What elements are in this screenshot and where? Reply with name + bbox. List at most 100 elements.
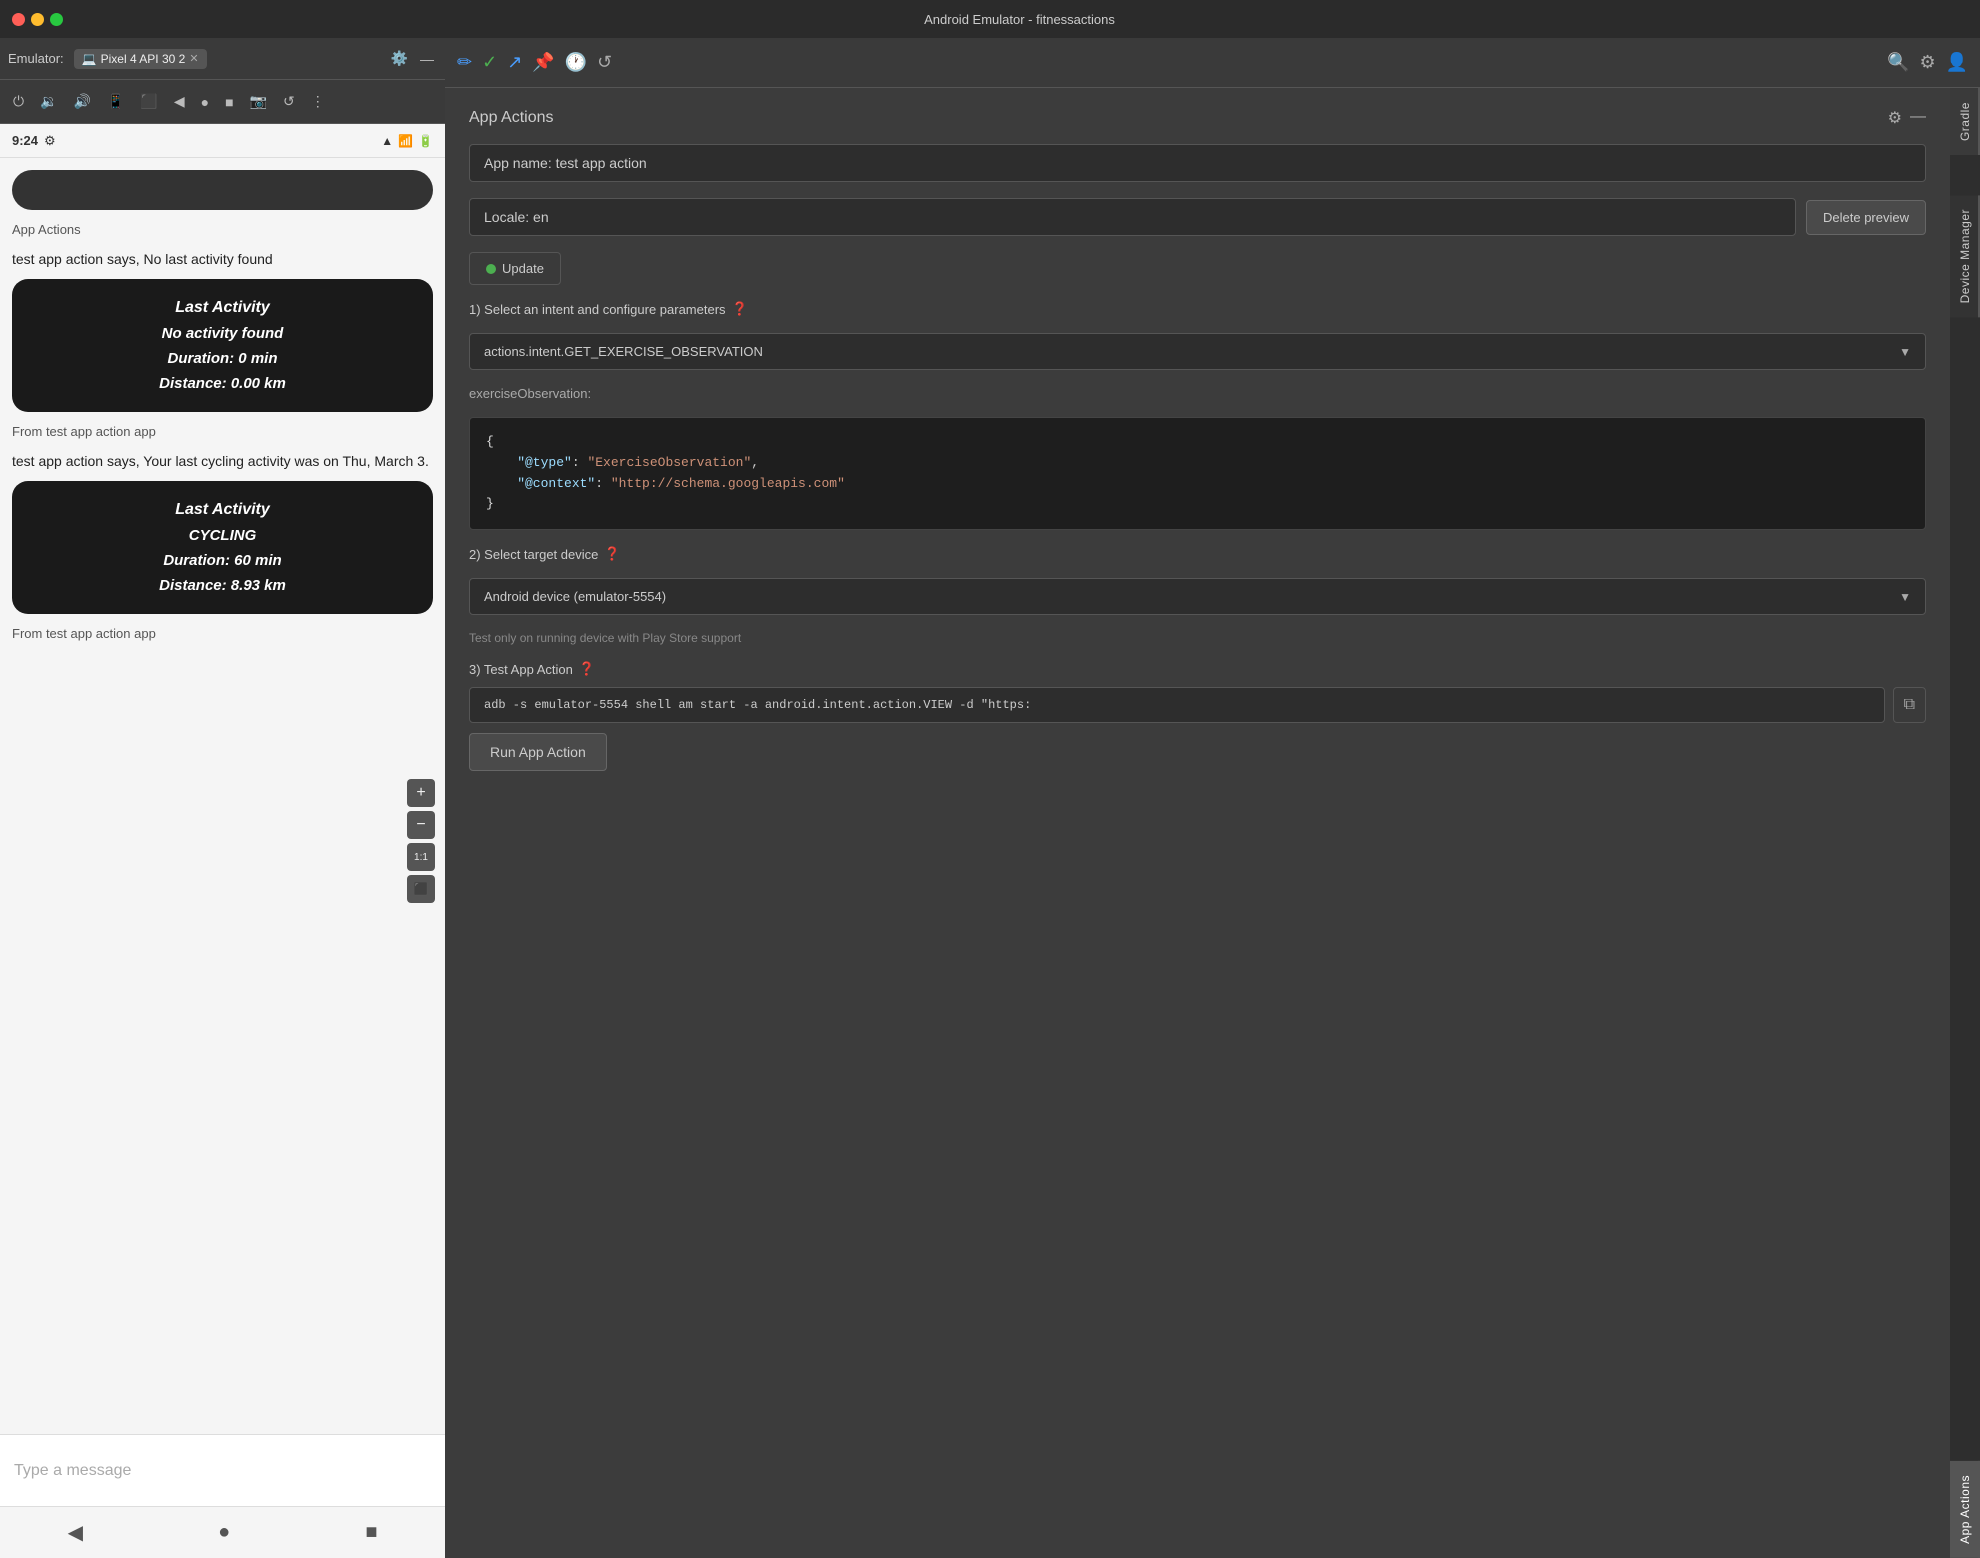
- power-icon[interactable]: ⏻: [10, 90, 27, 113]
- minimize-button[interactable]: [31, 13, 44, 26]
- gradle-tab[interactable]: Gradle: [1950, 88, 1980, 155]
- code-comma1: ,: [751, 455, 759, 470]
- person-icon[interactable]: 👤: [1946, 52, 1968, 73]
- panel-settings-icon[interactable]: ⚙: [1888, 108, 1902, 128]
- pencil-icon[interactable]: ✏: [457, 52, 472, 73]
- close-button[interactable]: [12, 13, 25, 26]
- status-settings-icon: ⚙: [44, 133, 56, 149]
- panel-title: App Actions ⚙ —: [469, 108, 1926, 128]
- chat-text-1: test app action says, No last activity f…: [12, 249, 433, 269]
- run-app-action-button[interactable]: Run App Action: [469, 733, 607, 771]
- right-panel: ✏ ✓ ↗ 📌 🕐 ↺ 🔍 ⚙ 👤 App Actions ⚙ —: [445, 38, 1980, 1558]
- device-close-icon[interactable]: ✕: [189, 52, 198, 65]
- clock-icon[interactable]: 🕐: [565, 52, 587, 73]
- stop-icon[interactable]: ■: [222, 91, 236, 113]
- locale-field[interactable]: Locale: en: [469, 198, 1796, 236]
- phone-screen: 9:24 ⚙ ▲ 📶 🔋 App Actions test app action…: [0, 124, 445, 1558]
- section-1-text: 1) Select an intent and configure parame…: [469, 302, 726, 317]
- section-3-help-icon[interactable]: ❓: [579, 661, 595, 677]
- card1-line2: Duration: 0 min: [32, 350, 413, 367]
- screenshot-icon[interactable]: 📷: [247, 90, 270, 113]
- code-colon1: :: [572, 455, 588, 470]
- device-tab[interactable]: 💻 Pixel 4 API 30 2 ✕: [74, 49, 207, 69]
- recents-nav-icon[interactable]: ■: [365, 1521, 377, 1544]
- rotate-icon[interactable]: 📱: [104, 90, 127, 113]
- intent-dropdown[interactable]: actions.intent.GET_EXERCISE_OBSERVATION …: [469, 333, 1926, 370]
- battery-icon: 🔋: [418, 134, 433, 148]
- side-tabs-container: Gradle Device Manager App Actions: [1950, 88, 1980, 1558]
- emulator-label: Emulator:: [8, 51, 64, 66]
- delete-preview-button[interactable]: Delete preview: [1806, 200, 1926, 235]
- volume-down-icon[interactable]: 🔉: [37, 90, 60, 113]
- code-colon2: :: [595, 476, 611, 491]
- zoom-in-button[interactable]: +: [407, 779, 435, 807]
- check-icon[interactable]: ✓: [482, 52, 497, 73]
- device-value: Android device (emulator-5554): [484, 589, 666, 604]
- back-nav-icon[interactable]: ◀: [68, 1520, 83, 1545]
- home-icon[interactable]: ●: [198, 91, 212, 113]
- code-block: { "@type": "ExerciseObservation", "@cont…: [469, 417, 1926, 530]
- from-label-2: From test app action app: [12, 422, 433, 441]
- intent-dropdown-arrow: ▼: [1899, 345, 1911, 359]
- chat-area: App Actions test app action says, No las…: [0, 158, 445, 1434]
- phone-content: App Actions test app action says, No las…: [0, 158, 445, 1434]
- back-icon[interactable]: ◀: [171, 90, 188, 113]
- section-3-label: 3) Test App Action ❓: [469, 661, 1926, 677]
- section-1-help-icon[interactable]: ❓: [732, 301, 748, 317]
- copy-button[interactable]: ⧉: [1893, 687, 1926, 723]
- command-input: adb -s emulator-5554 shell am start -a a…: [469, 687, 1885, 723]
- device-icon: 💻: [82, 52, 97, 66]
- message-placeholder: Type a message: [14, 1462, 131, 1480]
- emulator-toolbar: Emulator: 💻 Pixel 4 API 30 2 ✕ ⚙️ —: [0, 38, 445, 80]
- device-name: Pixel 4 API 30 2: [101, 52, 186, 66]
- pin-icon[interactable]: 📌: [532, 52, 554, 73]
- code-brace-close: }: [486, 496, 494, 511]
- from-label-1: App Actions: [12, 220, 433, 239]
- code-type-key: "@type": [486, 455, 572, 470]
- update-button[interactable]: Update: [469, 252, 561, 285]
- activity-card-2: Last Activity CYCLING Duration: 60 min D…: [12, 481, 433, 614]
- code-context-val: "http://schema.googleapis.com": [611, 476, 845, 491]
- wifi-icon: ▲: [381, 134, 393, 148]
- maximize-button[interactable]: [50, 13, 63, 26]
- card1-line1: No activity found: [32, 325, 413, 342]
- search-icon[interactable]: 🔍: [1887, 52, 1909, 73]
- rewind-icon[interactable]: ↺: [280, 90, 298, 113]
- from-label-3: From test app action app: [12, 624, 433, 643]
- device-dropdown-arrow: ▼: [1899, 590, 1911, 604]
- more-icon[interactable]: ⋮: [308, 90, 328, 113]
- undo-icon[interactable]: ↺: [597, 52, 612, 73]
- command-row: adb -s emulator-5554 shell am start -a a…: [469, 687, 1926, 723]
- panel-minimize-icon[interactable]: —: [1910, 108, 1926, 128]
- panel-title-text: App Actions: [469, 109, 554, 127]
- phone-status-bar: 9:24 ⚙ ▲ 📶 🔋: [0, 124, 445, 158]
- app-name-field[interactable]: App name: test app action: [469, 144, 1926, 182]
- card1-title: Last Activity: [32, 299, 413, 317]
- device-dropdown[interactable]: Android device (emulator-5554) ▼: [469, 578, 1926, 615]
- fold-icon[interactable]: ⬛: [137, 90, 160, 113]
- panel-title-icons: ⚙ —: [1888, 108, 1926, 128]
- minimize-icon[interactable]: —: [417, 48, 437, 70]
- right-toolbar: ✏ ✓ ↗ 📌 🕐 ↺ 🔍 ⚙ 👤: [445, 38, 1980, 88]
- app-actions-tab[interactable]: App Actions: [1950, 1461, 1980, 1558]
- message-input-area[interactable]: Type a message: [0, 1434, 445, 1506]
- card2-line1: CYCLING: [32, 527, 413, 544]
- section-2-help-icon[interactable]: ❓: [604, 546, 620, 562]
- home-nav-icon[interactable]: ●: [218, 1521, 230, 1544]
- main-area: Emulator: 💻 Pixel 4 API 30 2 ✕ ⚙️ — ⏻ 🔉 …: [0, 38, 1980, 1558]
- zoom-controls: + − 1:1 ⬛: [407, 779, 435, 903]
- update-label: Update: [502, 261, 544, 276]
- emulator-icons-row: ⏻ 🔉 🔊 📱 ⬛ ◀ ● ■ 📷 ↺ ⋮: [0, 80, 445, 124]
- zoom-out-button[interactable]: −: [407, 811, 435, 839]
- device-manager-tab[interactable]: Device Manager: [1950, 195, 1980, 317]
- zoom-reset-button[interactable]: 1:1: [407, 843, 435, 871]
- settings-icon[interactable]: ⚙: [1919, 52, 1935, 73]
- arrow-up-icon[interactable]: ↗: [507, 52, 522, 73]
- section-3-text: 3) Test App Action: [469, 662, 573, 677]
- settings-icon[interactable]: ⚙️: [388, 47, 411, 70]
- fit-screen-button[interactable]: ⬛: [407, 875, 435, 903]
- volume-up-icon[interactable]: 🔊: [71, 90, 94, 113]
- app-actions-content: App Actions ⚙ — App name: test app actio…: [445, 88, 1950, 1558]
- emulator-panel: Emulator: 💻 Pixel 4 API 30 2 ✕ ⚙️ — ⏻ 🔉 …: [0, 38, 445, 1558]
- card2-line2: Duration: 60 min: [32, 552, 413, 569]
